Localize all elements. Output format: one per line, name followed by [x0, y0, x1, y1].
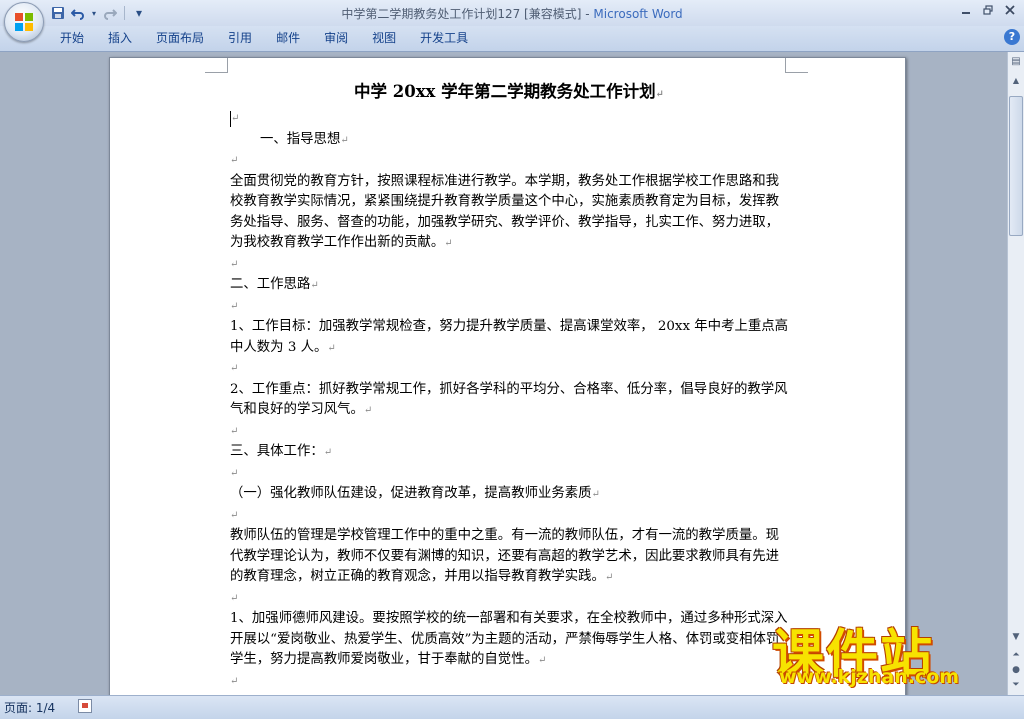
empty-paragraph: ↵ — [230, 363, 239, 374]
paragraph-text: 2、工作重点：抓好教学常规工作，抓好各学科的平均分、合格率、低分率，倡导良好的教… — [230, 381, 788, 418]
paragraph-mark: ↵ — [604, 572, 614, 583]
document-paragraph: 1、工作目标：加强教学常规检查，努力提升教学质量、提高课堂效率， 20xx 年中… — [230, 317, 790, 359]
title-bar: ▾ ▾ 中学第二学期教务处工作计划127 [兼容模式] - Microsoft … — [0, 0, 1024, 26]
tab-insert[interactable]: 插入 — [96, 26, 144, 51]
help-icon[interactable]: ? — [1004, 29, 1020, 45]
close-icon[interactable] — [1000, 2, 1020, 18]
paragraph-mark: ↵ — [363, 405, 373, 416]
window-title: 中学第二学期教务处工作计划127 [兼容模式] - Microsoft Word — [0, 5, 1024, 22]
paragraph-mark: ↵ — [231, 113, 240, 124]
empty-paragraph: ↵ — [230, 675, 239, 687]
document-paragraph: 一、指导思想↵ — [230, 130, 790, 152]
paragraph-mark: ↵ — [444, 238, 453, 249]
paragraph-mark: ↵ — [327, 342, 336, 354]
title-separator: - — [581, 7, 594, 21]
cursor-paragraph: ↵ — [230, 109, 790, 130]
page-indicator[interactable]: 页面: 1/4 — [4, 699, 55, 716]
document-paragraph: 二、工作思路↵ — [230, 275, 790, 297]
tab-references[interactable]: 引用 — [216, 26, 264, 51]
paragraph-text: （一）强化教师队伍建设，促进教育改革，提高教师业务素质 — [230, 486, 592, 501]
paragraph-text: 三、具体工作： — [230, 444, 324, 459]
ribbon-tab-bar: 开始 插入 页面布局 引用 邮件 审阅 视图 开发工具 ? — [0, 26, 1024, 52]
paragraph-mark: ↵ — [655, 89, 664, 100]
vertical-scrollbar[interactable]: ▤ ▲ ▼ ⏶ ● ⏷ — [1007, 52, 1024, 695]
window-controls — [956, 2, 1020, 18]
document-page[interactable]: 中学 20xx 学年第二学期教务处工作计划↵ ↵ 一、指导思想↵ ↵ 全面贯彻党的教育… — [109, 57, 906, 695]
document-paragraph: 1、加强师德师风建设。要按照学校的统一部署和有关要求，在全校教师中，通过多种形式… — [230, 609, 790, 672]
paragraph-text: 教师队伍的管理是学校管理工作中的重中之重。有一流的教师队伍，才有一流的教学质量。… — [230, 528, 780, 584]
tab-home[interactable]: 开始 — [48, 26, 96, 51]
document-title: 中学 20xx 学年第二学期教务处工作计划↵ — [228, 78, 790, 109]
app-name: Microsoft Word — [593, 7, 683, 21]
tab-review[interactable]: 审阅 — [312, 26, 360, 51]
paragraph-text: 1、加强师德师风建设。要按照学校的统一部署和有关要求，在全校教师中，通过多种形式… — [230, 611, 788, 667]
ribbon-tabs: 开始 插入 页面布局 引用 邮件 审阅 视图 开发工具 — [48, 26, 480, 51]
office-logo-icon — [15, 13, 33, 31]
document-paragraph: 2、工作重点：抓好教学常规工作，抓好各学科的平均分、合格率、低分率，倡导良好的教… — [230, 380, 790, 422]
paragraph-text: 一、指导思想 — [260, 131, 341, 147]
scroll-up-icon[interactable]: ▲ — [1009, 74, 1023, 88]
minimize-icon[interactable] — [956, 2, 976, 18]
tab-view[interactable]: 视图 — [360, 26, 408, 51]
document-paragraph: 全面贯彻党的教育方针，按照课程标准进行教学。本学期，教务处工作根据学校工作思路和… — [230, 172, 790, 255]
scroll-thumb[interactable] — [1009, 96, 1023, 236]
paragraph-list: ↵ 一、指导思想↵ ↵ 全面贯彻党的教育方针，按照课程标准进行教学。本学期，教务处工作… — [230, 109, 790, 692]
tab-page-layout[interactable]: 页面布局 — [144, 26, 216, 51]
document-paragraph: 三、具体工作：↵ — [230, 442, 790, 464]
paragraph-mark: ↵ — [323, 447, 333, 458]
document-title-text: 中学 20xx 学年第二学期教务处工作计划 — [353, 82, 656, 101]
empty-paragraph: ↵ — [230, 467, 239, 479]
empty-paragraph: ↵ — [230, 300, 239, 312]
document-workspace: 中学 20xx 学年第二学期教务处工作计划↵ ↵ 一、指导思想↵ ↵ 全面贯彻党的教育… — [0, 52, 1007, 695]
empty-paragraph: ↵ — [230, 155, 239, 166]
document-name: 中学第二学期教务处工作计划127 [兼容模式] — [341, 7, 582, 21]
document-paragraph: （一）强化教师队伍建设，促进教育改革，提高教师业务素质↵ — [230, 484, 790, 506]
paragraph-mark: ↵ — [310, 280, 319, 291]
paragraph-text: 二、工作思路 — [230, 277, 311, 292]
site-watermark: 课件站 www.kjzhan.com — [772, 612, 1024, 696]
paragraph-mark: ↵ — [537, 655, 547, 666]
restore-icon[interactable] — [978, 2, 998, 18]
paragraph-text: 1、工作目标：加强教学常规检查，努力提升教学质量、提高课堂效率， 20xx 年中… — [230, 319, 789, 355]
tab-mailings[interactable]: 邮件 — [264, 26, 312, 51]
tab-developer[interactable]: 开发工具 — [408, 26, 480, 51]
paragraph-mark: ↵ — [340, 134, 349, 146]
status-bar: 页面: 1/4 — [0, 695, 1024, 719]
empty-paragraph: ↵ — [230, 592, 239, 604]
crop-mark-right — [785, 58, 808, 73]
paragraph-mark: ↵ — [591, 489, 600, 500]
empty-paragraph: ↵ — [230, 509, 239, 521]
document-body[interactable]: 中学 20xx 学年第二学期教务处工作计划↵ ↵ 一、指导思想↵ ↵ 全面贯彻党的教育… — [230, 78, 790, 692]
document-paragraph: 教师队伍的管理是学校管理工作中的重中之重。有一流的教师队伍，才有一流的教学质量。… — [230, 526, 790, 589]
empty-paragraph: ↵ — [230, 425, 239, 437]
empty-paragraph: ↵ — [230, 258, 239, 270]
office-button[interactable] — [4, 2, 44, 42]
proofing-icon[interactable] — [78, 699, 92, 713]
ruler-toggle-icon[interactable]: ▤ — [1009, 55, 1023, 69]
crop-mark-left — [205, 58, 228, 73]
watermark-url: www.kjzhan.com — [779, 666, 960, 688]
paragraph-text: 全面贯彻党的教育方针，按照课程标准进行教学。本学期，教务处工作根据学校工作思路和… — [230, 173, 780, 251]
